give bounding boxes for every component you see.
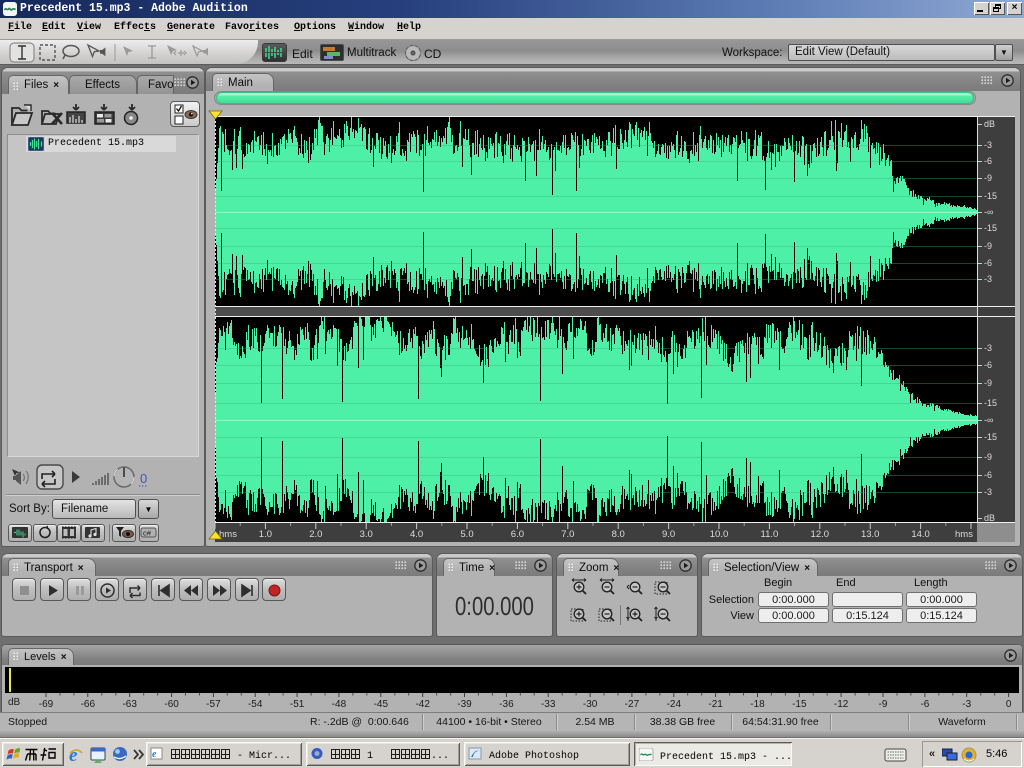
svg-text:-36: -36 bbox=[499, 699, 514, 710]
svg-text:-6: -6 bbox=[984, 258, 992, 268]
svg-text:-3: -3 bbox=[984, 140, 992, 150]
svg-text:e: e bbox=[152, 749, 157, 760]
svg-text:-45: -45 bbox=[374, 699, 389, 710]
svg-text:-9: -9 bbox=[984, 452, 992, 462]
svg-text:4.0: 4.0 bbox=[410, 529, 423, 540]
svg-text:-66: -66 bbox=[81, 699, 96, 710]
svg-text:-6: -6 bbox=[984, 156, 992, 166]
svg-text:-15: -15 bbox=[984, 398, 997, 408]
svg-text:dB: dB bbox=[984, 119, 995, 129]
svg-text:5.0: 5.0 bbox=[460, 529, 473, 540]
svg-text:-12: -12 bbox=[834, 699, 849, 710]
svg-text:-30: -30 bbox=[583, 699, 598, 710]
svg-text:-51: -51 bbox=[290, 699, 305, 710]
svg-text:10.0: 10.0 bbox=[710, 529, 729, 540]
svg-text:-9: -9 bbox=[984, 378, 992, 388]
svg-text:-57: -57 bbox=[206, 699, 221, 710]
svg-text:-39: -39 bbox=[457, 699, 472, 710]
svg-text:6.0: 6.0 bbox=[511, 529, 524, 540]
svg-text:-18: -18 bbox=[750, 699, 765, 710]
svg-text:-15: -15 bbox=[984, 223, 997, 233]
svg-text:-6: -6 bbox=[920, 699, 929, 710]
svg-text:dB: dB bbox=[8, 697, 21, 708]
svg-text:-15: -15 bbox=[792, 699, 807, 710]
svg-text:-9: -9 bbox=[879, 699, 888, 710]
svg-text:-33: -33 bbox=[541, 699, 556, 710]
svg-text:-42: -42 bbox=[415, 699, 430, 710]
svg-text:e: e bbox=[69, 745, 78, 766]
svg-text:-3: -3 bbox=[984, 343, 992, 353]
svg-text:-54: -54 bbox=[248, 699, 263, 710]
svg-text:-24: -24 bbox=[667, 699, 682, 710]
svg-text:-27: -27 bbox=[625, 699, 640, 710]
svg-text:-9: -9 bbox=[984, 173, 992, 183]
svg-text:-48: -48 bbox=[332, 699, 347, 710]
svg-text:1.0: 1.0 bbox=[259, 529, 272, 540]
svg-text:-9: -9 bbox=[984, 241, 992, 251]
svg-text:9.0: 9.0 bbox=[662, 529, 675, 540]
svg-text:2.0: 2.0 bbox=[309, 529, 322, 540]
svg-text:-6: -6 bbox=[984, 470, 992, 480]
svg-text:-3: -3 bbox=[984, 487, 992, 497]
svg-text:-3: -3 bbox=[984, 274, 992, 284]
svg-text:13.0: 13.0 bbox=[861, 529, 880, 540]
svg-text:dB: dB bbox=[984, 513, 995, 523]
svg-text:-6: -6 bbox=[984, 360, 992, 370]
svg-text:-60: -60 bbox=[164, 699, 179, 710]
svg-text:-∞: -∞ bbox=[984, 207, 993, 217]
svg-text:-15: -15 bbox=[984, 191, 997, 201]
svg-text:-15: -15 bbox=[984, 432, 997, 442]
svg-text:c#: c# bbox=[143, 529, 152, 538]
svg-text:-3: -3 bbox=[962, 699, 971, 710]
svg-text:8.0: 8.0 bbox=[612, 529, 625, 540]
svg-text:-∞: -∞ bbox=[984, 415, 993, 425]
svg-text:14.0: 14.0 bbox=[911, 529, 930, 540]
svg-text:0: 0 bbox=[1006, 699, 1012, 710]
svg-text:hms: hms bbox=[955, 529, 973, 540]
svg-text:12.0: 12.0 bbox=[811, 529, 830, 540]
svg-text:7.0: 7.0 bbox=[561, 529, 574, 540]
svg-text:11.0: 11.0 bbox=[761, 529, 779, 540]
svg-text:3.0: 3.0 bbox=[360, 529, 373, 540]
svg-text:-69: -69 bbox=[39, 699, 54, 710]
svg-text:-21: -21 bbox=[708, 699, 723, 710]
svg-text:-63: -63 bbox=[122, 699, 137, 710]
svg-text:0: 0 bbox=[140, 471, 147, 486]
